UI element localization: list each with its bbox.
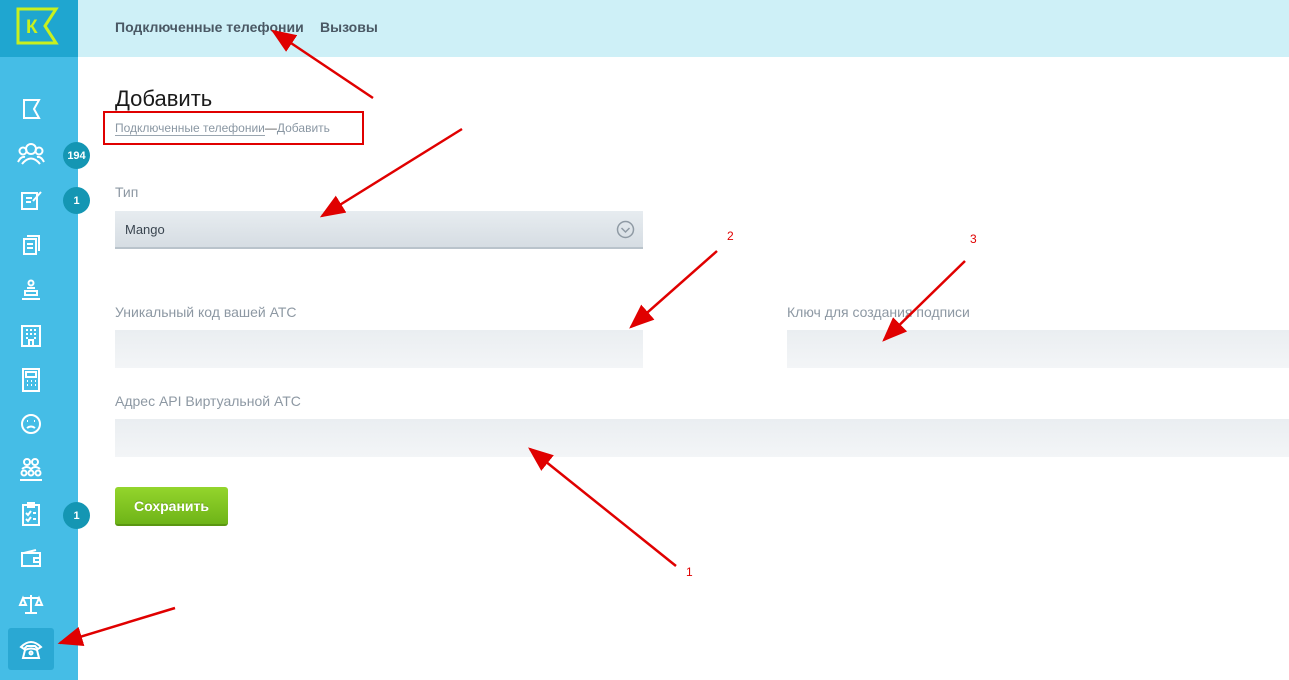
checklist-icon bbox=[22, 502, 40, 526]
arrow-to-api-address bbox=[528, 447, 677, 567]
save-button[interactable]: Сохранить bbox=[115, 487, 228, 526]
logo[interactable]: К bbox=[0, 0, 78, 57]
annotation-number-3: 3 bbox=[970, 232, 977, 246]
edit-note-icon bbox=[21, 191, 42, 210]
arrow-to-ats-code bbox=[629, 250, 718, 329]
users-icon bbox=[17, 143, 45, 165]
sidebar-item-flag[interactable] bbox=[8, 88, 54, 130]
tab-calls[interactable]: Вызовы bbox=[320, 19, 378, 35]
arrow-to-sign-key bbox=[882, 260, 966, 342]
sidebar-item-group[interactable] bbox=[8, 448, 54, 490]
calculator-icon bbox=[22, 368, 40, 392]
sidebar-item-building[interactable] bbox=[8, 314, 54, 356]
notes-count-badge: 1 bbox=[63, 187, 90, 214]
sidebar-item-reception[interactable] bbox=[8, 269, 54, 311]
flag-icon bbox=[23, 99, 41, 119]
logo-icon: К bbox=[16, 7, 59, 45]
sidebar-item-calculator[interactable] bbox=[8, 359, 54, 401]
sidebar-item-notes[interactable] bbox=[8, 179, 54, 221]
ats-code-input[interactable] bbox=[115, 330, 643, 368]
annotation-number-1: 1 bbox=[686, 565, 693, 579]
svg-text:К: К bbox=[26, 17, 38, 38]
scales-icon bbox=[18, 595, 44, 614]
sidebar-item-checklist[interactable] bbox=[8, 493, 54, 535]
annotation-highlight-box bbox=[103, 111, 364, 145]
phone-icon bbox=[19, 641, 43, 659]
top-nav: Подключенные телефонии Вызовы bbox=[78, 0, 1289, 57]
page-title: Добавить bbox=[115, 86, 213, 111]
sidebar-item-telephony[interactable] bbox=[8, 628, 54, 670]
ats-code-label: Уникальный код вашей АТС bbox=[115, 304, 297, 320]
api-address-input[interactable] bbox=[115, 419, 1289, 457]
api-address-label: Адрес API Виртуальной АТС bbox=[115, 393, 301, 409]
sidebar-item-wallet[interactable] bbox=[8, 538, 54, 580]
checklist-count-badge: 1 bbox=[63, 502, 90, 529]
documents-icon bbox=[23, 235, 40, 255]
chevron-down-icon bbox=[616, 220, 635, 239]
group-icon bbox=[20, 458, 42, 481]
type-select-value: Mango bbox=[125, 222, 165, 237]
sidebar-item-users[interactable] bbox=[8, 133, 54, 175]
sad-face-icon bbox=[21, 414, 41, 434]
sign-key-input[interactable] bbox=[787, 330, 1289, 368]
sidebar-item-scales[interactable] bbox=[8, 583, 54, 625]
sign-key-label: Ключ для создания подписи bbox=[787, 304, 970, 320]
wallet-icon bbox=[21, 549, 41, 567]
tab-connected-telephony[interactable]: Подключенные телефонии bbox=[115, 19, 304, 35]
sidebar-item-documents[interactable] bbox=[8, 224, 54, 266]
users-count-badge: 194 bbox=[63, 142, 90, 169]
type-label: Тип bbox=[115, 184, 139, 200]
sidebar-item-complaints[interactable] bbox=[8, 403, 54, 445]
building-icon bbox=[21, 325, 41, 347]
reception-icon bbox=[22, 279, 40, 300]
type-select[interactable]: Mango bbox=[115, 211, 643, 249]
sidebar: К 194 1 1 bbox=[0, 0, 90, 680]
annotation-number-2: 2 bbox=[727, 229, 734, 243]
